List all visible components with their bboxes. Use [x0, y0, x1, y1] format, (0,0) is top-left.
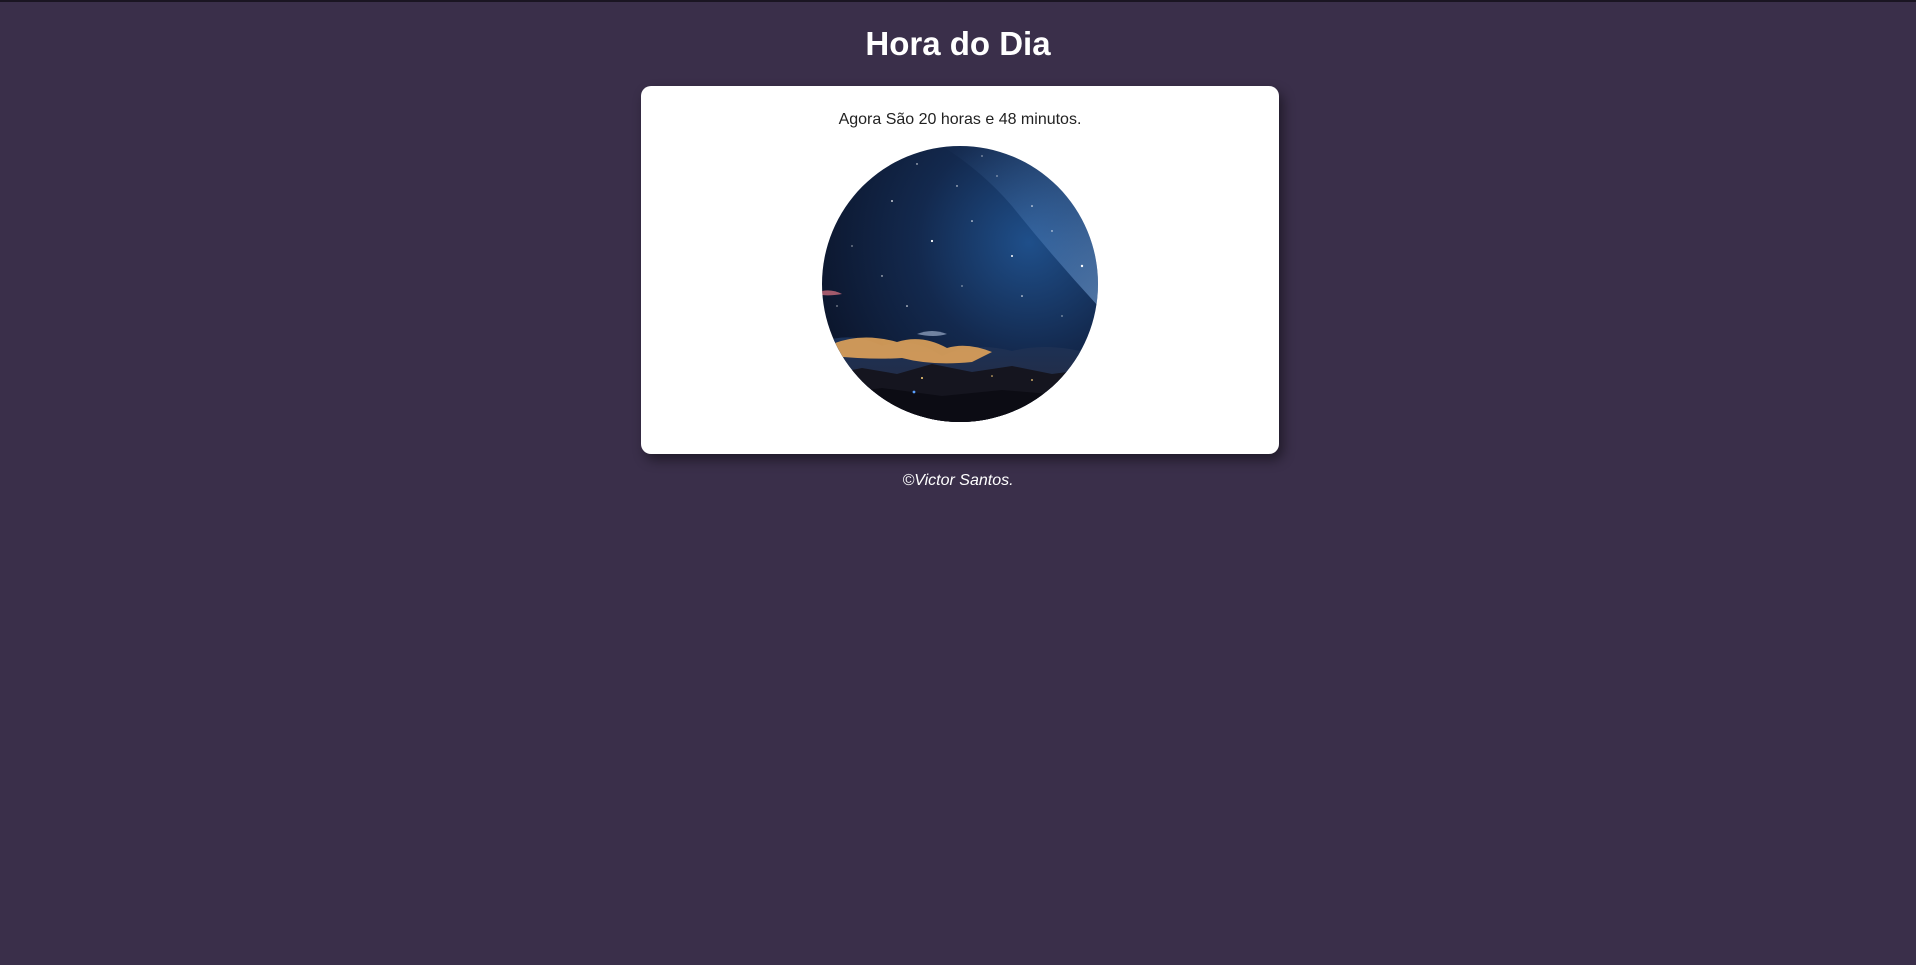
time-card: Agora São 20 horas e 48 minutos. — [641, 86, 1279, 454]
time-message: Agora São 20 horas e 48 minutos. — [838, 111, 1082, 128]
page-title: Hora do Dia — [865, 25, 1051, 62]
page-footer: ©Victor Santos. — [0, 472, 1916, 490]
page-header: Hora do Dia — [0, 0, 1916, 62]
night-sky-image — [822, 146, 1098, 422]
copyright-text: ©Victor Santos. — [902, 472, 1014, 489]
browser-top-edge — [0, 0, 1916, 2]
night-sky-photo — [822, 146, 1098, 422]
